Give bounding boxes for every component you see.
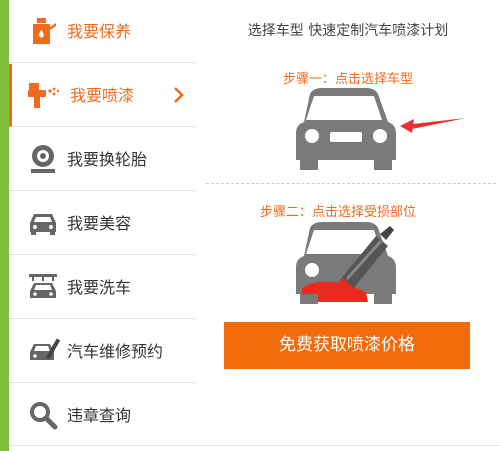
sidebar-item-maintenance[interactable]: 我要保养 xyxy=(9,0,195,63)
sidebar-item-label: 汽车维修预约 xyxy=(67,342,164,361)
sidebar-item-beauty[interactable]: 我要美容 xyxy=(9,192,195,255)
sidebar-item-label: 我要洗车 xyxy=(67,278,132,297)
paint-plan-content: 选择车型 快速定制汽车喷漆计划 步骤一：点击选择车型 步骤二：点击选择受损部位 xyxy=(196,0,500,451)
sidebar-item-label: 违章查询 xyxy=(67,406,132,425)
tire-icon xyxy=(26,142,60,176)
service-sidebar: 我要保养 我要喷漆 我要换轮胎 我要美容 我要洗车 汽车维修预约 违章查询 xyxy=(9,0,195,447)
car-beauty-icon xyxy=(26,206,60,240)
oil-can-icon xyxy=(26,14,60,48)
repair-tools-icon xyxy=(26,334,60,368)
car-wash-icon xyxy=(26,270,60,304)
sidebar-item-repair-booking[interactable]: 汽车维修预约 xyxy=(9,320,195,383)
spray-gun-icon xyxy=(26,78,60,112)
step-two-title: 步骤二：点击选择受损部位 xyxy=(259,205,416,220)
sidebar-item-violation-query[interactable]: 违章查询 xyxy=(9,384,195,447)
search-icon xyxy=(26,398,60,432)
sidebar-item-paint[interactable]: 我要喷漆 xyxy=(9,64,195,127)
sidebar-item-label: 我要保养 xyxy=(67,22,132,41)
sidebar-item-label: 我要换轮胎 xyxy=(67,150,148,169)
chevron-right-icon xyxy=(169,84,189,106)
left-accent-strip xyxy=(0,0,9,451)
paint-service-panel: 我要保养 我要喷漆 我要换轮胎 我要美容 我要洗车 汽车维修预约 违章查询 选择… xyxy=(0,0,500,451)
page-title: 选择车型 快速定制汽车喷漆计划 xyxy=(247,23,449,39)
bottom-divider xyxy=(9,445,500,446)
step-one-title: 步骤一：点击选择车型 xyxy=(282,72,413,87)
section-divider xyxy=(206,183,496,184)
damaged-part-selector[interactable] xyxy=(296,222,406,312)
sidebar-item-label: 我要美容 xyxy=(67,214,132,233)
car-model-selector[interactable] xyxy=(296,88,476,178)
sidebar-item-tire[interactable]: 我要换轮胎 xyxy=(9,128,195,191)
get-free-quote-button[interactable]: 免费获取喷漆价格 xyxy=(224,322,470,369)
sidebar-item-wash[interactable]: 我要洗车 xyxy=(9,256,195,319)
sidebar-item-label: 我要喷漆 xyxy=(70,86,135,105)
